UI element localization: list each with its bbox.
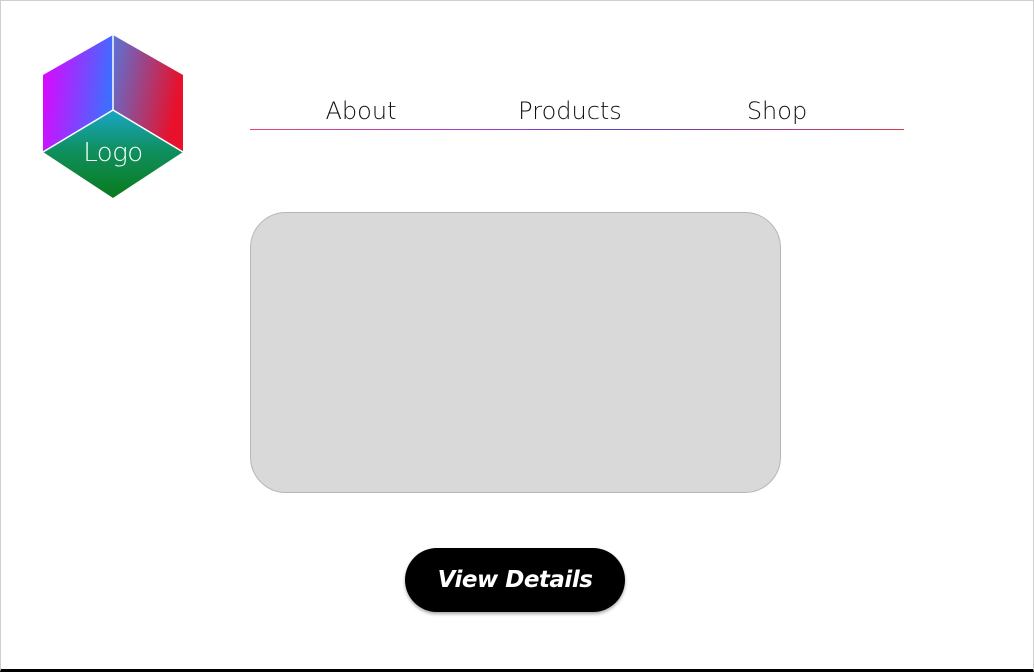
- hexagon-cube-logo-icon: [42, 35, 184, 198]
- main-nav: About Products Shop: [250, 89, 904, 130]
- media-placeholder: [250, 212, 781, 493]
- nav-item-products[interactable]: Products: [518, 89, 622, 129]
- nav-item-about[interactable]: About: [320, 89, 402, 129]
- view-details-button[interactable]: View Details: [405, 548, 625, 612]
- nav-underline: [250, 129, 904, 130]
- page-frame: Logo About Products Shop View Details: [0, 0, 1034, 672]
- logo-label: Logo: [83, 138, 143, 168]
- logo[interactable]: Logo: [39, 34, 187, 200]
- nav-item-shop[interactable]: Shop: [740, 89, 814, 129]
